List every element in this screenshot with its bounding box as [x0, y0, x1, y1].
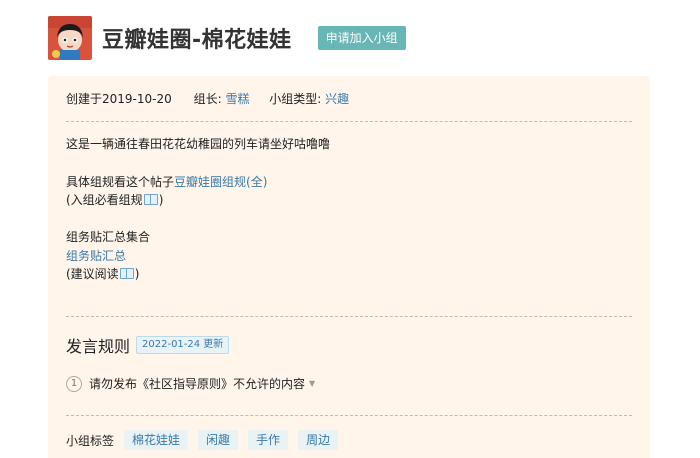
group-info-panel: 创建于2019-10-20 组长: 雪糕 小组类型: 兴趣 这是一辆通往春田花花… — [48, 76, 650, 458]
group-avatar[interactable] — [48, 16, 92, 60]
tag-item[interactable]: 周边 — [298, 430, 339, 450]
book-icon — [143, 194, 158, 205]
type-link[interactable]: 兴趣 — [325, 92, 349, 106]
book-icon — [119, 268, 134, 279]
collection-link-line: 组务贴汇总 — [66, 247, 126, 265]
rule-text: 请勿发布《社区指导原则》不允许的内容 — [89, 377, 306, 391]
divider — [66, 316, 632, 317]
collection-line: 组务贴汇总集合 — [66, 230, 151, 244]
divider — [66, 121, 632, 122]
rules-note-prefix: (入组必看组规 — [66, 193, 143, 207]
rule-item[interactable]: 1 请勿发布《社区指导原则》不允许的内容 ▼ — [66, 375, 315, 392]
intro-line: 这是一辆通往春田花花幼稚园的列车请坐好咕噜噜 — [66, 137, 331, 151]
group-meta: 创建于2019-10-20 组长: 雪糕 小组类型: 兴趣 — [66, 91, 349, 107]
rules-title: 发言规则 — [66, 337, 131, 356]
group-title: 豆瓣娃圈-棉花娃娃 — [102, 28, 292, 53]
rules-note-suffix: ) — [158, 193, 164, 207]
tag-item[interactable]: 闲趣 — [198, 430, 239, 450]
join-group-button[interactable]: 申请加入小组 — [317, 26, 406, 50]
group-header: 豆瓣娃圈-棉花娃娃 申请加入小组 — [48, 16, 406, 60]
collection-link[interactable]: 组务贴汇总 — [66, 249, 126, 263]
rules-post-prefix: 具体组规看这个帖子 — [66, 175, 175, 189]
rules-post-link[interactable]: 豆瓣娃圈组规(全) — [174, 175, 267, 189]
tags-label: 小组标签 — [66, 433, 115, 448]
type-label: 小组类型: — [269, 92, 322, 106]
tag-item[interactable]: 棉花娃娃 — [124, 430, 189, 450]
chevron-down-icon[interactable]: ▼ — [309, 379, 315, 388]
rules-section-header: 发言规则 2022-01-24 更新 — [66, 333, 230, 357]
tag-item[interactable]: 手作 — [248, 430, 289, 450]
read-note-line: (建议阅读) — [66, 265, 139, 283]
rules-post-line: 具体组规看这个帖子豆瓣娃圈组规(全) — [66, 173, 267, 191]
read-note-prefix: (建议阅读 — [66, 267, 119, 281]
group-tags: 小组标签 棉花娃娃 闲趣 手作 周边 — [66, 430, 348, 450]
read-note-suffix: ) — [134, 267, 140, 281]
rules-note-line: (入组必看组规) — [66, 191, 163, 209]
rules-update-badge: 2022-01-24 更新 — [136, 336, 230, 354]
created-date: 创建于2019-10-20 — [66, 92, 172, 106]
divider — [66, 415, 632, 416]
leader-label: 组长: — [193, 92, 222, 106]
rule-number: 1 — [66, 375, 82, 392]
leader-link[interactable]: 雪糕 — [225, 92, 249, 106]
